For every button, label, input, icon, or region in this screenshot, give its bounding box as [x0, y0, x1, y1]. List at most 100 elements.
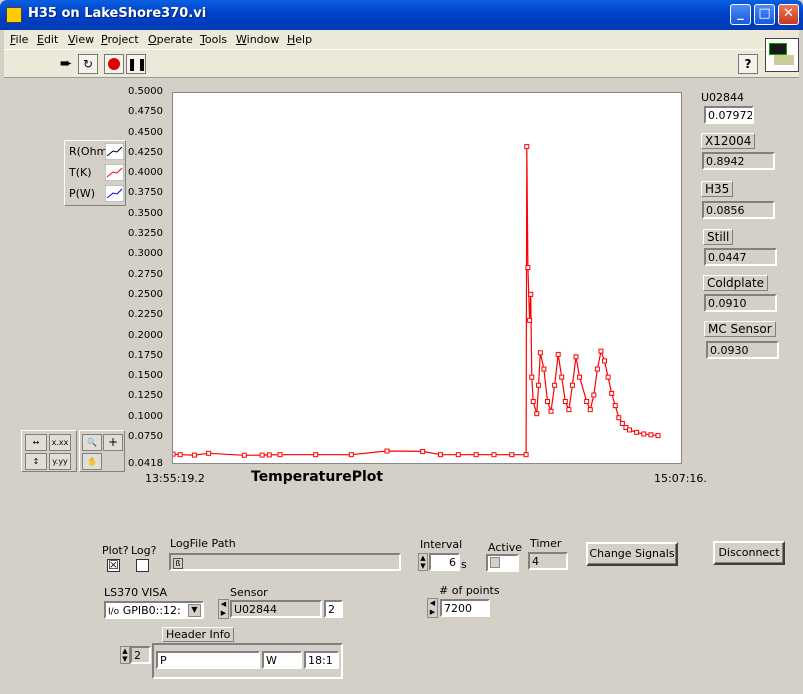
pause-icon[interactable]: ❚❚: [126, 54, 147, 74]
x-axis-end: 15:07:16.: [654, 472, 707, 485]
active-toggle[interactable]: [486, 554, 519, 572]
sensor-2-label: X12004: [701, 133, 756, 149]
header-w-field[interactable]: W: [262, 651, 302, 669]
menu-file[interactable]: File: [10, 33, 28, 46]
close-button[interactable]: ✕: [778, 4, 799, 25]
interval-stepper[interactable]: ▲ ▼: [418, 553, 428, 571]
trace-point: [420, 448, 426, 454]
logfile-path-input[interactable]: ß: [169, 553, 401, 571]
header-time-field[interactable]: 18:1: [304, 651, 339, 669]
header-index[interactable]: 2: [130, 646, 151, 664]
points-input[interactable]: 7200: [440, 599, 490, 617]
plot-checkbox-label: Plot?: [102, 544, 129, 557]
x-autoscale-icon[interactable]: ↔: [25, 434, 47, 451]
graph-plot-area[interactable]: [172, 92, 682, 464]
y-tick-label: 0.2000: [128, 329, 163, 341]
sensor-ring-stepper[interactable]: ◀ ▶: [218, 599, 229, 619]
legend-r-swatch[interactable]: [105, 143, 124, 160]
trace-point: [473, 452, 479, 458]
maximize-button[interactable]: □: [754, 4, 775, 25]
sensor-3-value: 0.0856: [702, 201, 775, 219]
trace-point: [655, 433, 661, 439]
trace-point: [455, 452, 461, 458]
menu-tools[interactable]: Tools: [200, 33, 227, 46]
visa-label: LS370 VISA: [104, 586, 168, 599]
trace-point: [536, 382, 542, 388]
run-continuously-icon[interactable]: ↻: [78, 54, 98, 74]
minimize-button[interactable]: _: [730, 4, 751, 25]
legend-p-swatch[interactable]: [105, 185, 124, 202]
sensor-6-value: 0.0930: [706, 341, 779, 359]
y-tick-label: 0.3500: [128, 207, 163, 219]
header-info-array: P W 18:1: [152, 643, 343, 679]
trace-point: [616, 415, 622, 421]
trace-point: [544, 399, 550, 405]
legend-p-label: P(W): [69, 187, 96, 200]
legend-t-swatch[interactable]: [105, 164, 124, 181]
scale-palette: ↔ x.xx ↕ y.yy: [21, 430, 77, 472]
header-info-label: Header Info: [162, 627, 235, 642]
change-signals-button[interactable]: Change Signals: [586, 542, 678, 566]
trace-point: [605, 374, 611, 380]
x-format-icon[interactable]: x.xx: [49, 434, 71, 451]
menu-operate[interactable]: Operate: [148, 33, 193, 46]
front-panel: 0.5000 0.4750 0.4500 0.4250 0.4000 0.3750 0.35…: [4, 80, 799, 690]
y-autoscale-icon[interactable]: ↕: [25, 453, 47, 470]
y-tick-label: 0.3250: [128, 228, 163, 240]
menu-edit[interactable]: Edit: [37, 33, 58, 46]
context-help-icon[interactable]: ?: [738, 54, 758, 74]
sensor-5-value: 0.0910: [704, 294, 777, 312]
sensor-index: 2: [324, 600, 343, 618]
sensor-5-label: Coldplate: [703, 275, 769, 291]
interval-unit: s: [461, 558, 467, 571]
points-stepper[interactable]: ◀ ▶: [427, 598, 438, 618]
run-arrow-icon[interactable]: ➨: [56, 54, 76, 74]
window-title: H35 on LakeShore370.vi: [28, 6, 207, 21]
x-axis-start: 13:55:19.2: [145, 472, 205, 485]
trace-point: [259, 452, 265, 458]
abort-icon[interactable]: [104, 54, 124, 74]
plot-legend[interactable]: R(Ohm) T(K) P(W): [64, 140, 126, 206]
zoom-icon[interactable]: 🔍: [82, 434, 102, 451]
interval-input[interactable]: 6: [429, 553, 460, 571]
disconnect-button[interactable]: Disconnect: [713, 541, 785, 565]
toolbar: ➨ ↻ ❚❚ ?: [4, 38, 799, 78]
log-checkbox[interactable]: [136, 559, 149, 572]
sensor-select-label: Sensor: [230, 586, 268, 599]
logfile-path-label: LogFile Path: [170, 537, 236, 550]
trace-point: [641, 431, 647, 437]
trace-point: [524, 144, 530, 150]
path-browse-icon[interactable]: ß: [173, 558, 183, 569]
menu-help[interactable]: Help: [287, 33, 312, 46]
pan-hand-icon[interactable]: ✋: [82, 453, 102, 470]
visa-io-icon: I/o: [108, 607, 120, 617]
trace-point: [384, 448, 390, 454]
sensor-select-value[interactable]: U02844: [230, 600, 322, 618]
trace-point: [548, 408, 554, 414]
trace-point: [206, 450, 212, 456]
menu-window[interactable]: Window: [236, 33, 279, 46]
active-label: Active: [488, 541, 523, 554]
vi-connector-icon: [765, 38, 799, 72]
trace-point: [552, 382, 558, 388]
y-tick-label: 0.1000: [128, 410, 163, 422]
trace-point: [587, 407, 593, 413]
y-format-icon[interactable]: y.yy: [49, 453, 71, 470]
header-p-field[interactable]: P: [156, 651, 260, 669]
menu-project[interactable]: Project: [101, 33, 139, 46]
plot-checkbox[interactable]: ☒: [107, 559, 120, 572]
trace-point: [627, 427, 633, 433]
sensor-6-label: MC Sensor: [704, 321, 776, 337]
cursor-crosshair-icon[interactable]: +: [103, 434, 123, 451]
trace-point: [509, 452, 515, 458]
y-tick-label: 0.4250: [128, 146, 163, 158]
trace-point: [573, 354, 579, 360]
dropdown-arrow-icon[interactable]: ▼: [188, 604, 201, 617]
visa-dropdown[interactable]: I/o GPIB0::12: ▼: [104, 601, 204, 619]
sensor-4-value: 0.0447: [704, 248, 777, 266]
graph-title: TemperaturePlot: [251, 469, 384, 485]
menu-view[interactable]: View: [68, 33, 94, 46]
y-tick-label: 0.4500: [128, 126, 163, 138]
trace-point: [266, 452, 272, 458]
header-index-stepper[interactable]: ▲ ▼: [120, 646, 130, 664]
